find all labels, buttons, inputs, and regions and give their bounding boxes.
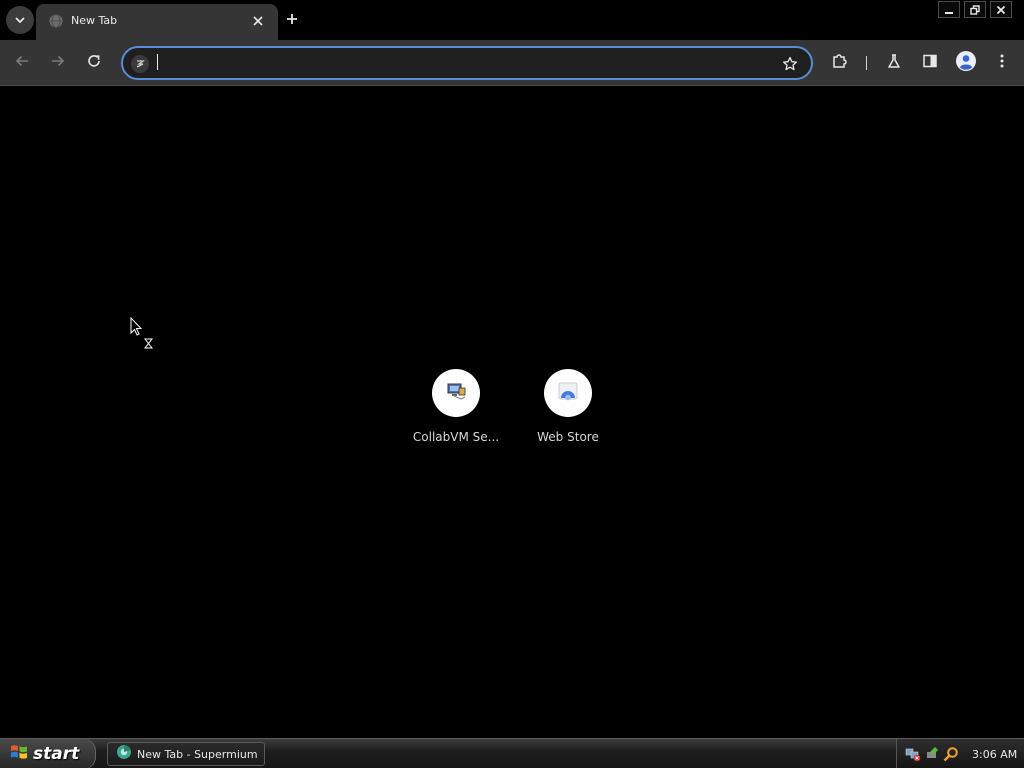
system-tray: 3:06 AM <box>896 739 1024 768</box>
taskbar-item-browser[interactable]: New Tab - Supermium <box>107 742 265 766</box>
text-caret <box>157 54 158 70</box>
restore-icon <box>970 0 980 19</box>
safely-remove-icon[interactable] <box>924 746 940 762</box>
tab-new-tab[interactable]: New Tab <box>36 4 278 40</box>
shortcut-tile[interactable] <box>544 369 592 417</box>
shortcut-tile[interactable] <box>432 369 480 417</box>
profile-button[interactable] <box>954 51 978 75</box>
avatar-icon <box>955 50 977 76</box>
shortcut-collabvm[interactable]: CollabVM Se... <box>406 369 506 449</box>
toolbar-divider <box>866 56 867 70</box>
puzzle-icon <box>831 52 849 74</box>
globe-icon <box>48 13 64 29</box>
site-info-icon[interactable] <box>131 55 149 73</box>
clock: 3:06 AM <box>972 747 1018 761</box>
labs-button[interactable] <box>882 51 906 75</box>
start-button[interactable]: start <box>0 739 96 768</box>
start-label: start <box>33 744 80 764</box>
reload-button[interactable] <box>82 51 106 75</box>
address-bar[interactable] <box>121 46 813 80</box>
desktop-screen: New Tab CollabVM Se... Web Store start N… <box>0 0 1024 768</box>
back-button[interactable] <box>10 51 34 75</box>
shortcut-web-store[interactable]: Web Store <box>518 369 618 449</box>
web-store-icon <box>557 380 579 406</box>
side-panel-button[interactable] <box>918 51 942 75</box>
restore-button[interactable] <box>964 1 986 18</box>
address-input[interactable] <box>156 53 776 73</box>
new-tab-button[interactable] <box>282 8 302 30</box>
minimize-icon <box>944 0 954 19</box>
tab-title: New Tab <box>71 14 118 27</box>
browser-toolbar <box>0 40 1024 86</box>
chevron-down-icon <box>14 11 26 30</box>
arrow-right-icon <box>50 53 66 73</box>
browser-menu-button[interactable] <box>990 51 1014 75</box>
bookmark-star-icon[interactable] <box>781 55 799 73</box>
tab-strip: New Tab <box>0 0 1024 40</box>
close-window-button[interactable] <box>990 1 1012 18</box>
flask-icon <box>886 53 902 73</box>
new-tab-page: CollabVM Se... Web Store <box>0 87 1024 738</box>
taskbar: start New Tab - Supermium 3:06 AM <box>0 738 1024 768</box>
plus-icon <box>286 10 298 29</box>
collabvm-icon <box>445 380 467 406</box>
extensions-button[interactable] <box>828 51 852 75</box>
tab-search-button[interactable] <box>6 6 34 34</box>
arrow-left-icon <box>14 53 30 73</box>
close-icon <box>996 0 1006 19</box>
taskbar-item-label: New Tab - Supermium <box>137 747 258 761</box>
supermium-icon <box>116 744 132 764</box>
network-error-icon[interactable] <box>905 746 921 762</box>
shortcut-label: CollabVM Se... <box>412 430 500 444</box>
busy-pointer-icon <box>130 316 156 353</box>
close-tab-icon[interactable] <box>250 13 266 29</box>
reload-icon <box>86 53 102 73</box>
more-vertical-icon <box>994 53 1010 73</box>
side-panel-icon <box>922 53 938 73</box>
search-icon[interactable] <box>943 746 959 762</box>
minimize-button[interactable] <box>938 1 960 18</box>
forward-button[interactable] <box>46 51 70 75</box>
windows-logo-icon <box>10 743 28 765</box>
shortcut-label: Web Store <box>537 430 599 444</box>
window-controls <box>938 1 1012 18</box>
